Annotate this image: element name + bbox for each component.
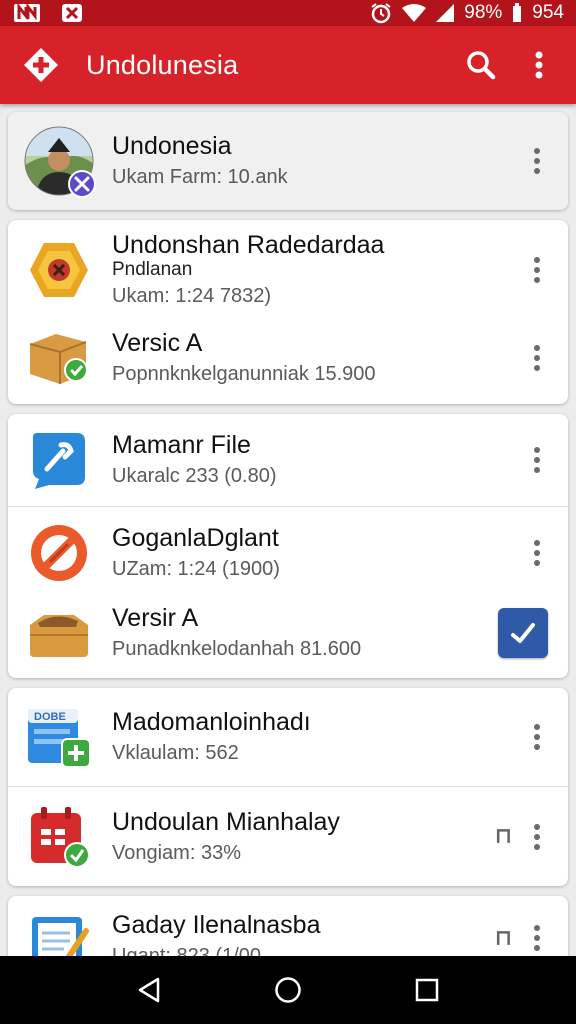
- tools-badge-icon: [68, 170, 96, 198]
- list-card: Undonesia Ukam Farm: 10.ank: [8, 112, 568, 210]
- item-more-button[interactable]: [526, 817, 548, 857]
- docs-icon-label: DOBE: [34, 711, 66, 723]
- battery-icon: [512, 3, 522, 23]
- avatar: [24, 126, 96, 198]
- clock-time: 954: [532, 2, 564, 23]
- item-title: GoganlaDglant: [112, 523, 279, 552]
- item-title: Versic A: [112, 329, 203, 357]
- pin-icon[interactable]: ⊓: [494, 926, 512, 951]
- navigation-bar: [0, 956, 576, 1024]
- check-icon: [511, 623, 535, 643]
- item-subtitle: Popnnknkelganunniak 15.900: [112, 363, 376, 385]
- item-title: Undoulan Mianhalay: [112, 807, 340, 836]
- overflow-menu-button[interactable]: [516, 42, 562, 88]
- alarm-icon: [370, 2, 392, 24]
- list-card: DOBE Madomanloinhadı Vklaulam: 562 Undou…: [8, 688, 568, 886]
- item-checkbox-checked[interactable]: [498, 608, 548, 658]
- orange-badge-icon: [24, 518, 94, 588]
- item-more-button[interactable]: [526, 141, 548, 181]
- app-bar: Undolunesia: [0, 26, 576, 104]
- item-subtitle: UZam: 1:24 (1900): [112, 557, 280, 580]
- item-title-line2: Pndlanan: [112, 259, 193, 280]
- battery-percent: 98%: [464, 2, 503, 23]
- file-tool-icon: [24, 425, 94, 495]
- diamond-plus-logo[interactable]: [22, 46, 60, 84]
- status-bar: 98% 954: [0, 0, 576, 26]
- recents-button[interactable]: [397, 960, 457, 1020]
- item-title: Versir A: [112, 604, 199, 632]
- item-subtitle: Ukam Farm: 10.ank: [112, 166, 288, 188]
- list-card: Undonshan Radedardaa Pndlanan Ukam: 1:24…: [8, 220, 568, 404]
- search-button[interactable]: [458, 42, 504, 88]
- item-title: Undonshan Radedardaa: [112, 231, 385, 259]
- list-item[interactable]: Undonesia Ukam Farm: 10.ank: [8, 112, 568, 210]
- item-more-button[interactable]: [526, 250, 548, 290]
- item-list: Undonesia Ukam Farm: 10.ank Undonshan Ra…: [8, 112, 568, 1002]
- home-button[interactable]: [258, 960, 318, 1020]
- item-subtitle: Ukaralc 233 (0.80): [112, 465, 277, 487]
- list-item[interactable]: Undoulan Mianhalay Vongiam: 33% ⊓: [8, 786, 568, 886]
- list-item[interactable]: DOBE Madomanloinhadı Vklaulam: 562: [8, 688, 568, 786]
- item-more-button[interactable]: [526, 533, 548, 573]
- back-icon: [139, 977, 160, 1003]
- wifi-icon: [402, 4, 427, 22]
- list-item[interactable]: Undonshan Radedardaa Pndlanan Ukam: 1:24…: [8, 220, 568, 320]
- calendar-icon: [24, 802, 94, 872]
- signal-icon: [436, 4, 455, 22]
- back-button[interactable]: [119, 960, 179, 1020]
- item-more-button[interactable]: [526, 717, 548, 757]
- search-icon: [467, 51, 496, 80]
- home-icon: [275, 977, 301, 1003]
- recents-icon: [415, 978, 438, 1002]
- pin-icon[interactable]: ⊓: [494, 824, 512, 849]
- package-icon: [24, 323, 94, 393]
- item-subtitle: Ukam: 1:24 7832): [112, 285, 271, 307]
- item-subtitle: Punadknkelodanhah 81.600: [112, 638, 362, 660]
- more-vert-icon: [535, 51, 543, 79]
- list-item[interactable]: Mamanr File Ukaralc 233 (0.80): [8, 414, 568, 506]
- list-item[interactable]: Versic A Popnnknkelganunniak 15.900: [8, 320, 568, 404]
- item-subtitle: Vklaulam: 562: [112, 742, 239, 764]
- item-more-button[interactable]: [526, 440, 548, 480]
- list-item[interactable]: GoganlaDglant UZam: 1:24 (1900): [8, 506, 568, 598]
- item-more-button[interactable]: [526, 338, 548, 378]
- item-title: Madomanloinhadı: [112, 708, 311, 736]
- notification-n-icon: [14, 4, 40, 22]
- emblem-icon: [24, 235, 94, 305]
- item-more-button[interactable]: [526, 918, 548, 958]
- notification-x-icon: [62, 4, 82, 22]
- docs-icon: DOBE: [24, 702, 94, 772]
- item-title: Undonesia: [112, 132, 232, 160]
- list-card: Mamanr File Ukaralc 233 (0.80) GoganlaDg…: [8, 414, 568, 678]
- app-title: Undolunesia: [86, 49, 239, 80]
- box-icon: [24, 598, 94, 668]
- item-subtitle: Vongiam: 33%: [112, 841, 241, 864]
- item-title: Mamanr File: [112, 431, 251, 459]
- list-item[interactable]: Versir A Punadknkelodanhah 81.600: [8, 598, 568, 678]
- item-title: Gaday Ilenalnasba: [112, 911, 321, 939]
